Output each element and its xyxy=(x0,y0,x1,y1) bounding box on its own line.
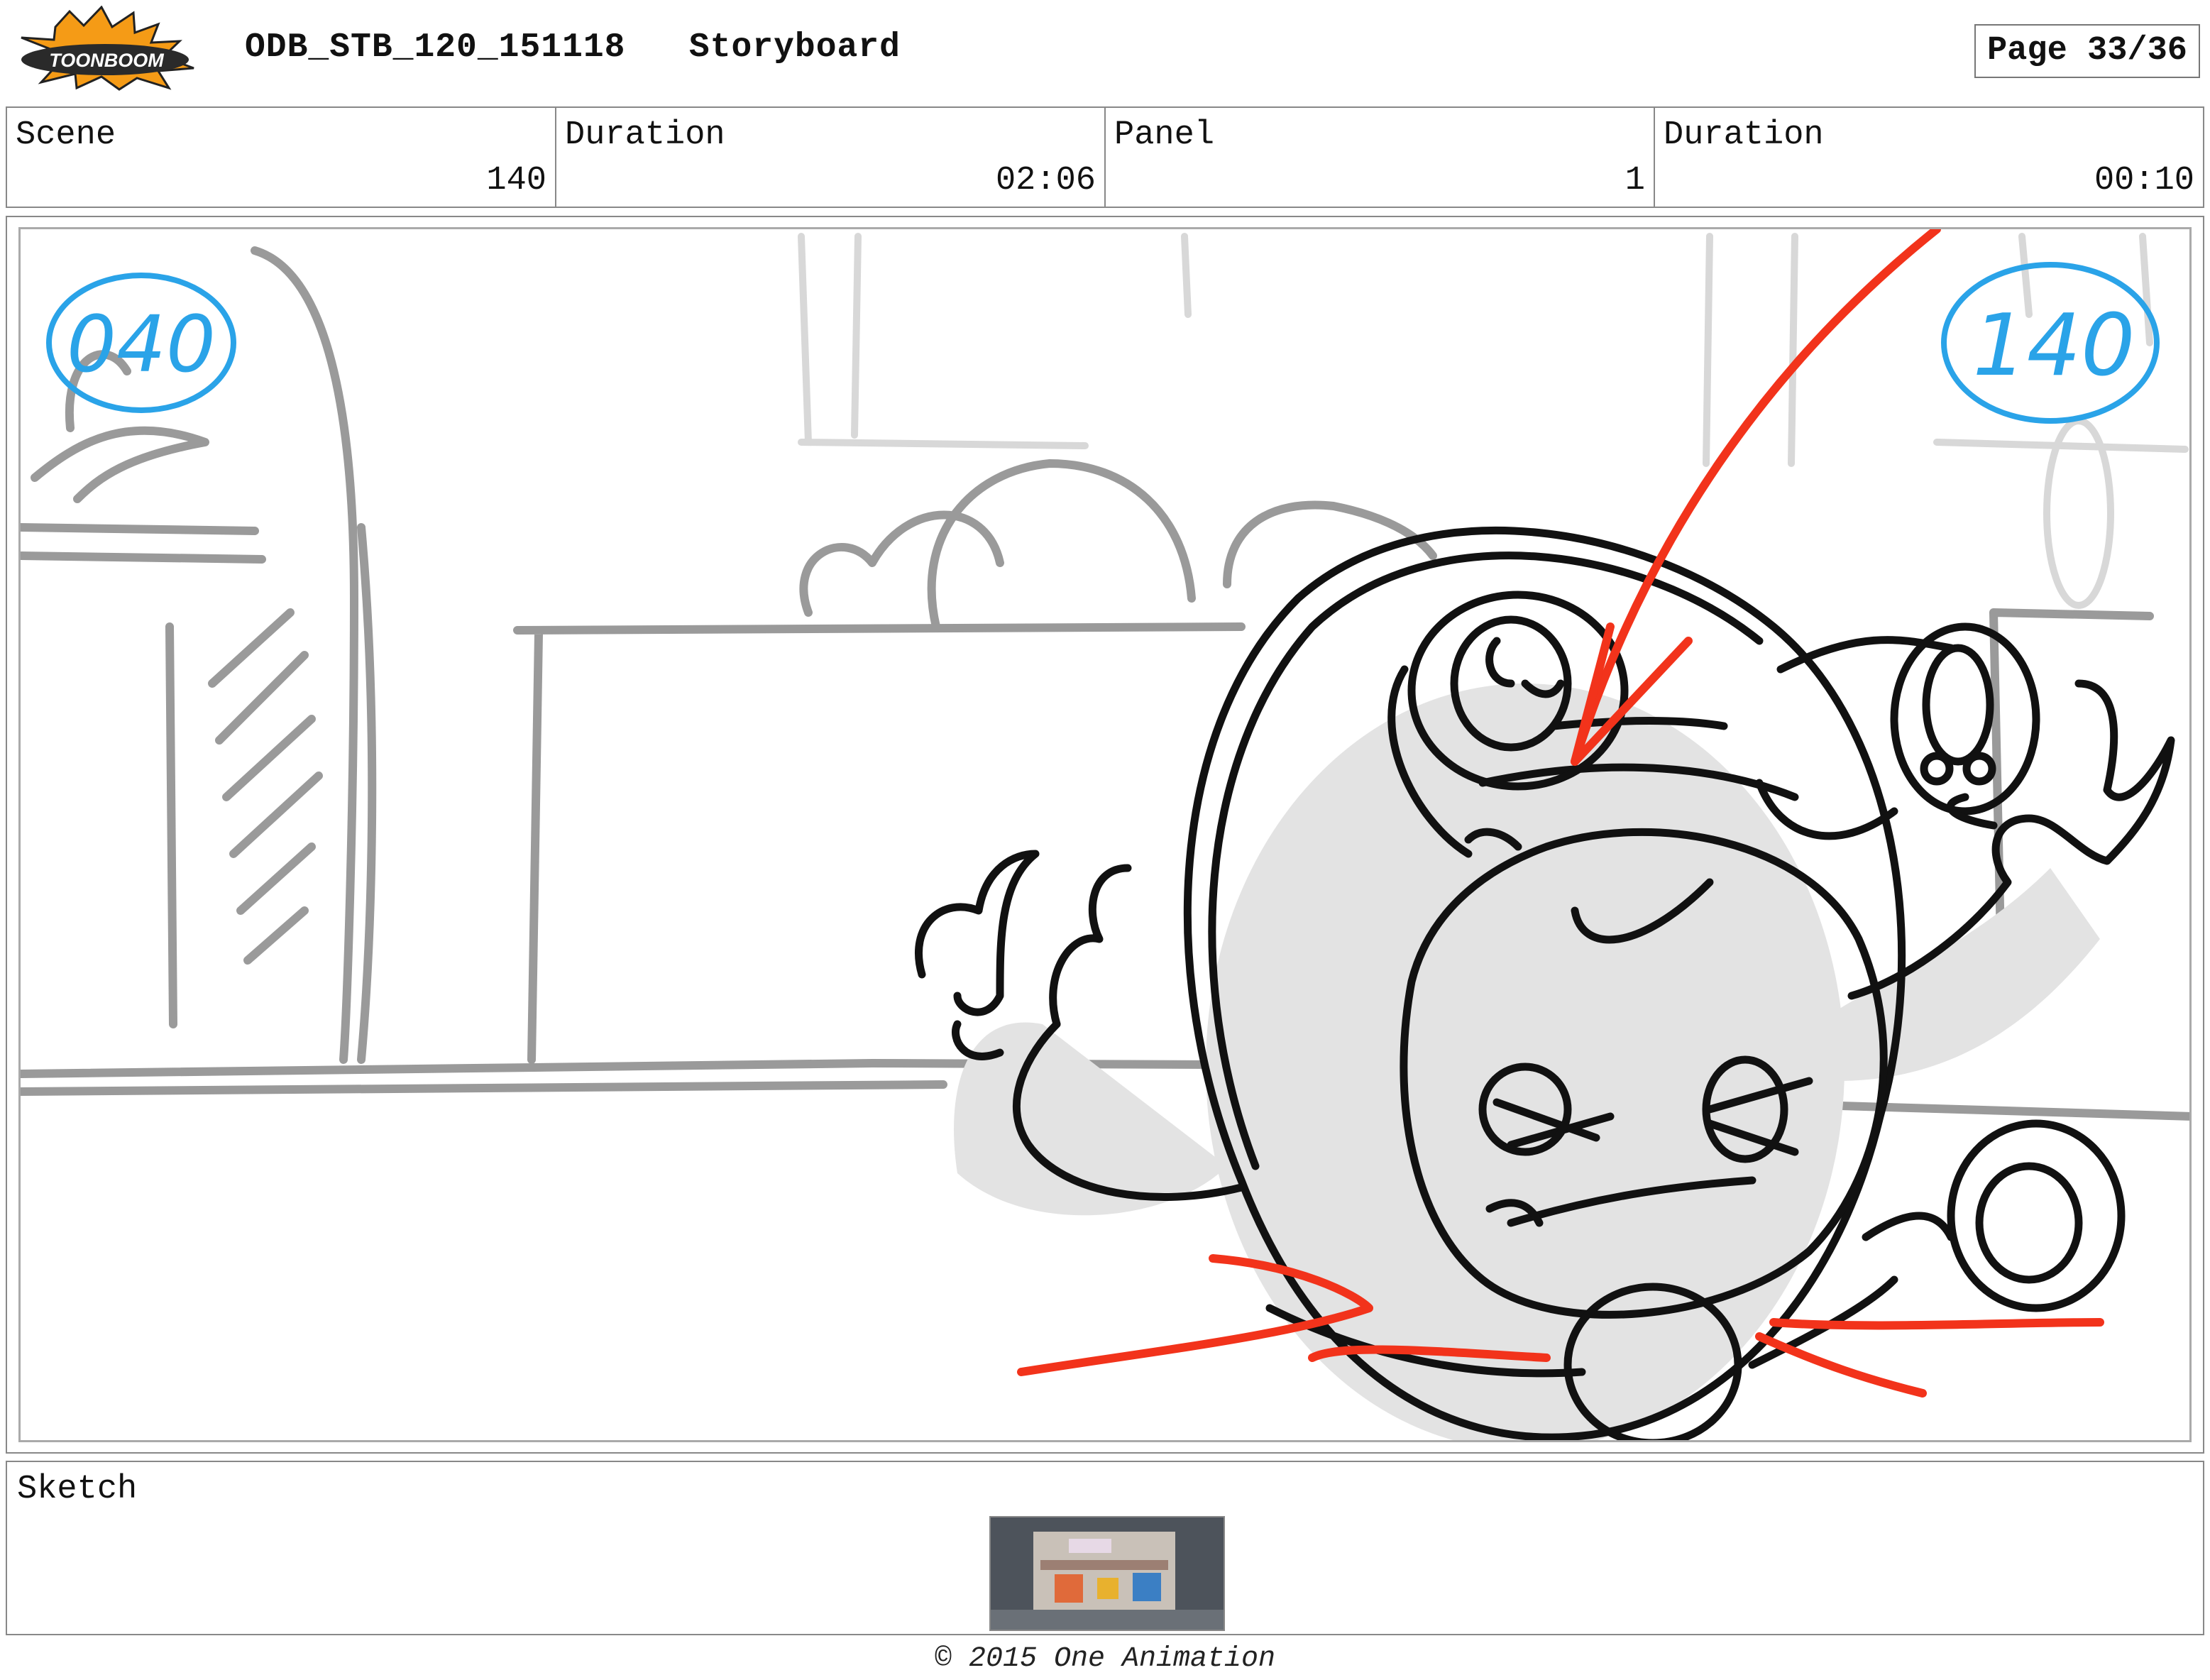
copyright-footer: © 2015 One Animation xyxy=(934,1643,1276,1675)
scene-info-row: Scene 140 Duration 02:06 Panel 1 Duratio… xyxy=(6,106,2204,208)
document-title: ODB_STB_120_151118 Storyboard xyxy=(245,28,901,67)
scene-value: 140 xyxy=(486,162,546,199)
panel-duration-cell: Duration 00:10 xyxy=(1655,108,2203,207)
annotation-left: 040 xyxy=(67,299,216,390)
toonboom-logo: TOONBOOM xyxy=(13,5,219,91)
scene-duration-label: Duration xyxy=(565,116,725,154)
scene-cell: Scene 140 xyxy=(7,108,556,207)
panel-value: 1 xyxy=(1624,162,1645,199)
sketch-row: Sketch xyxy=(6,1461,2204,1635)
scene-duration-cell: Duration 02:06 xyxy=(556,108,1106,207)
sketch-label: Sketch xyxy=(17,1471,138,1508)
sketch-thumbnail xyxy=(989,1516,1225,1631)
page-indicator: Page 33/36 xyxy=(1974,24,2200,78)
background-shelves xyxy=(798,233,2189,609)
storyboard-panel-image: 040 140 xyxy=(18,227,2192,1442)
logo-text: TOONBOOM xyxy=(49,50,164,71)
annotation-right: 140 xyxy=(1972,297,2135,395)
panel-duration-label: Duration xyxy=(1664,116,1824,154)
background-sketch xyxy=(21,246,2189,1121)
panel-label: Panel xyxy=(1114,116,1215,154)
panel-cell: Panel 1 xyxy=(1106,108,1655,207)
action-arrow xyxy=(1571,229,1941,766)
scene-duration-value: 02:06 xyxy=(995,162,1096,199)
blue-annotations xyxy=(46,262,2160,424)
panel-duration-value: 00:10 xyxy=(2094,162,2194,199)
scene-label: Scene xyxy=(16,116,116,154)
